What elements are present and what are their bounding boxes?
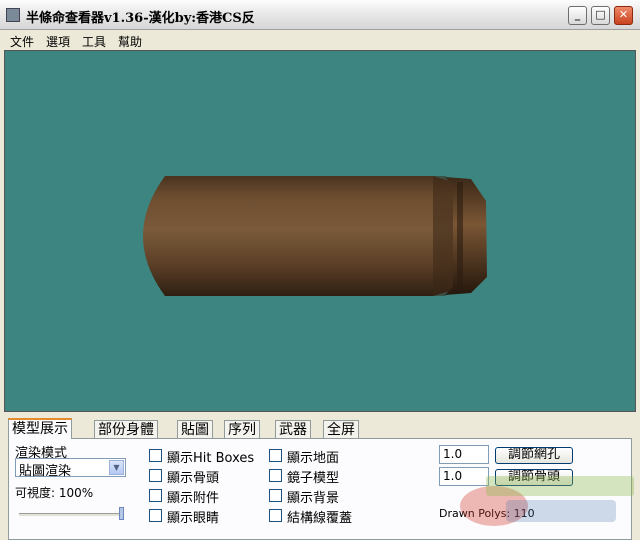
menu-tools[interactable]: 工具 xyxy=(82,33,106,50)
menu-help[interactable]: 幫助 xyxy=(118,33,142,50)
show-ground-checkbox[interactable] xyxy=(269,449,282,462)
close-button[interactable]: ✕ xyxy=(614,6,633,25)
model-render xyxy=(143,176,487,296)
title-bar[interactable]: 半條命查看器v1.36-漢化by:香港CS反 _ □ ✕ xyxy=(0,0,640,30)
show-hitboxes-label: 顯示Hit Boxes xyxy=(167,451,255,466)
show-bones-checkbox[interactable] xyxy=(149,469,162,482)
render-mode-select[interactable]: 貼圖渲染 ▼ xyxy=(15,458,126,479)
visibility-label: 可視度: 100% xyxy=(15,486,94,500)
minimize-button[interactable]: _ xyxy=(568,6,587,25)
tab-textures[interactable]: 貼圖 xyxy=(177,420,213,438)
show-hitboxes-checkbox[interactable] xyxy=(149,449,162,462)
visibility-slider[interactable] xyxy=(19,507,127,521)
model-display-panel: 渲染模式 貼圖渲染 ▼ 可視度: 100% 顯示Hit Boxes 顯示骨頭 顯… xyxy=(8,438,632,540)
menu-options[interactable]: 選項 xyxy=(46,33,70,50)
slider-thumb[interactable] xyxy=(119,507,124,520)
tab-weapons[interactable]: 武器 xyxy=(275,420,311,438)
show-background-label: 顯示背景 xyxy=(287,491,340,506)
control-panel: 模型展示 部份身體 貼圖 序列 武器 全屏 渲染模式 貼圖渲染 ▼ 可視度: 1… xyxy=(4,414,636,540)
show-attachments-label: 顯示附件 xyxy=(167,491,220,506)
window-title: 半條命查看器v1.36-漢化by:香港CS反 xyxy=(26,11,255,26)
show-background-checkbox[interactable] xyxy=(269,489,282,502)
bone-scale-input[interactable]: 1.0 xyxy=(439,467,489,486)
chevron-down-icon[interactable]: ▼ xyxy=(109,460,124,475)
tab-body-parts[interactable]: 部份身體 xyxy=(94,420,158,438)
menu-file[interactable]: 文件 xyxy=(10,33,34,50)
show-eyes-checkbox[interactable] xyxy=(149,509,162,522)
tab-sequences[interactable]: 序列 xyxy=(224,420,260,438)
app-icon[interactable] xyxy=(6,8,20,22)
tab-fullscreen[interactable]: 全屏 xyxy=(323,420,359,438)
mirror-model-label: 鏡子模型 xyxy=(287,471,340,486)
slider-track xyxy=(19,513,123,516)
show-eyes-label: 顯示眼睛 xyxy=(167,511,220,526)
mirror-model-checkbox[interactable] xyxy=(269,469,282,482)
adjust-bones-button[interactable]: 調節骨頭 xyxy=(495,469,573,486)
render-mode-value: 貼圖渲染 xyxy=(19,464,72,479)
show-attachments-checkbox[interactable] xyxy=(149,489,162,502)
mesh-scale-input[interactable]: 1.0 xyxy=(439,445,489,464)
tab-model-display[interactable]: 模型展示 xyxy=(8,418,72,439)
model-viewport[interactable] xyxy=(4,50,636,412)
show-ground-label: 顯示地面 xyxy=(287,451,340,466)
tab-strip: 模型展示 部份身體 貼圖 序列 武器 全屏 xyxy=(4,418,636,439)
maximize-button[interactable]: □ xyxy=(591,6,610,25)
adjust-mesh-button[interactable]: 調節網孔 xyxy=(495,447,573,464)
menu-bar: 文件 選項 工具 幫助 xyxy=(0,30,640,50)
show-bones-label: 顯示骨頭 xyxy=(167,471,220,486)
wireframe-overlay-label: 結構線覆蓋 xyxy=(287,511,353,526)
drawn-polys-readout: Drawn Polys: 110 xyxy=(439,507,535,520)
wireframe-overlay-checkbox[interactable] xyxy=(269,509,282,522)
